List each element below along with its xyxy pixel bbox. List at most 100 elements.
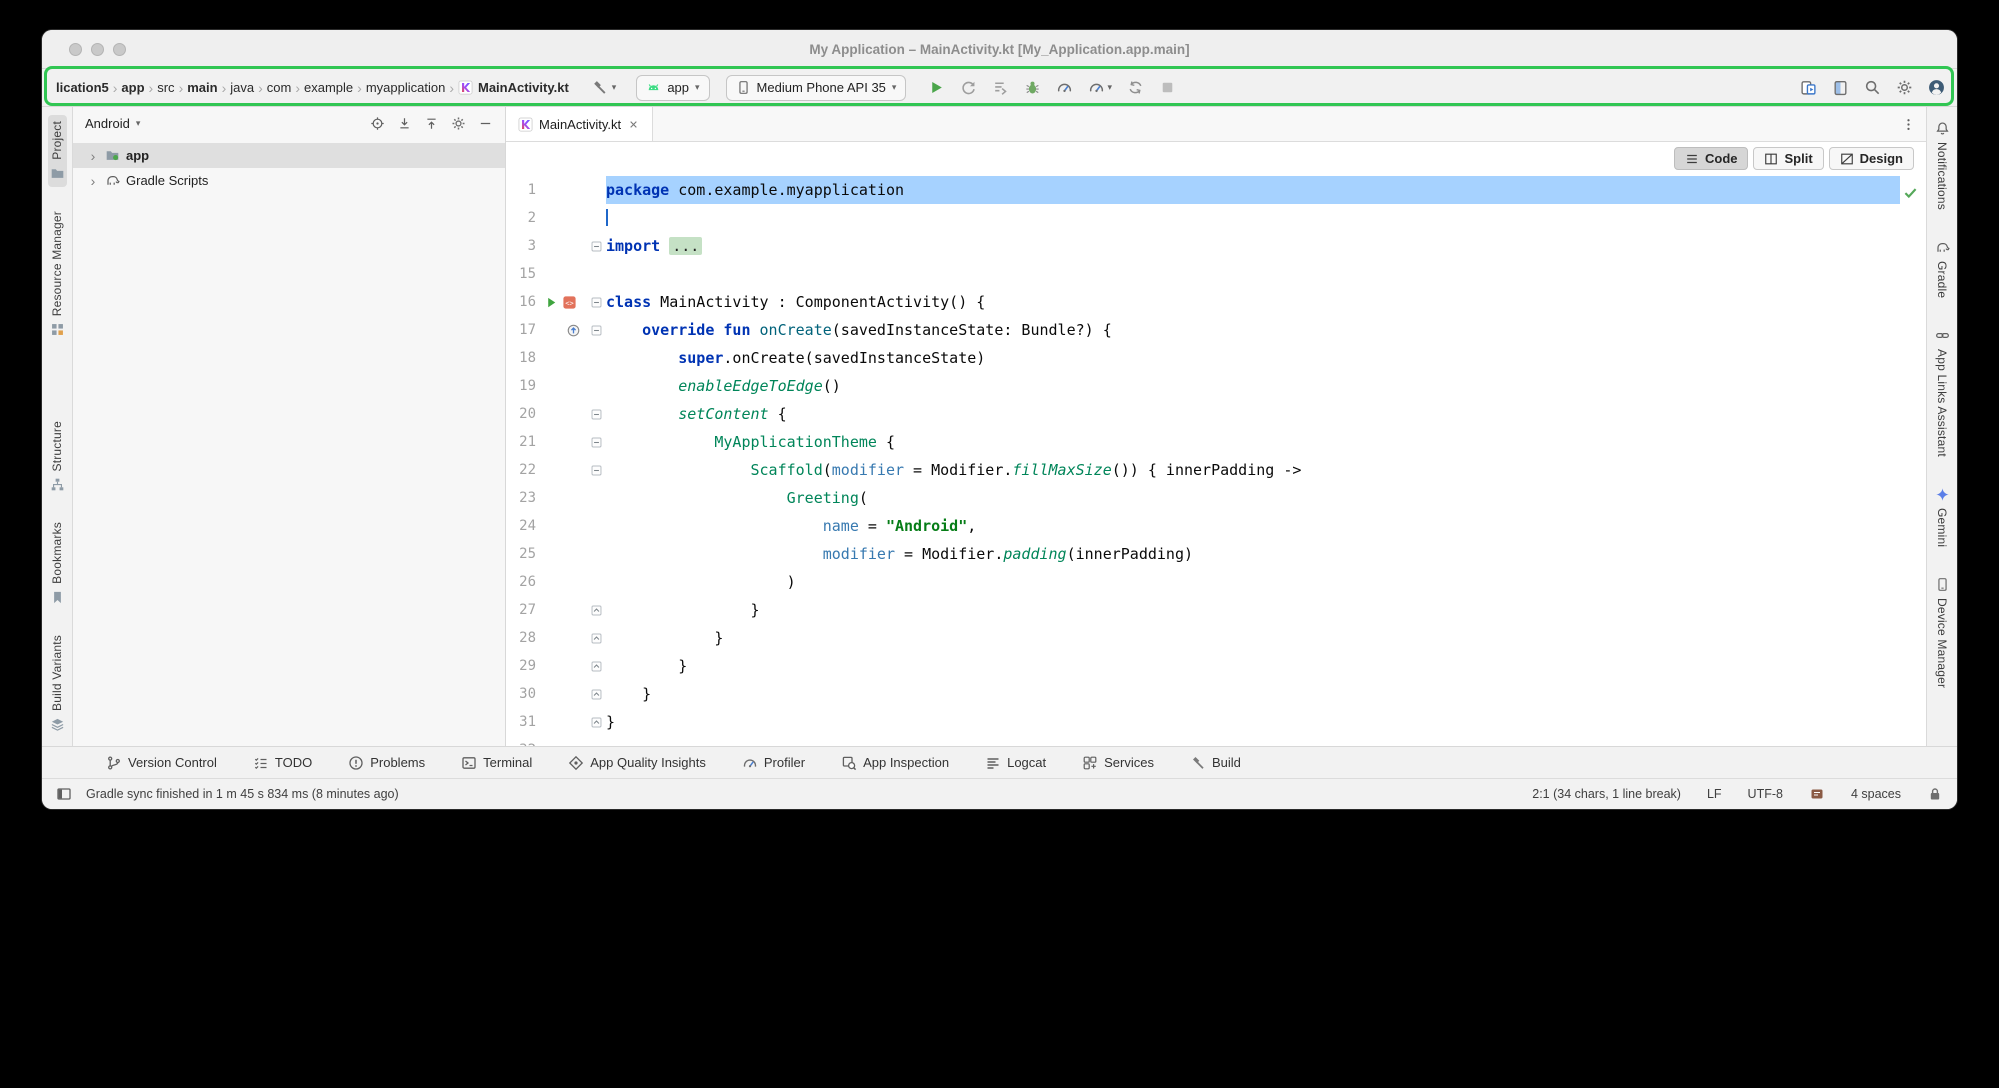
line-number[interactable]: 31: [506, 714, 536, 730]
stop-button[interactable]: [1159, 79, 1176, 96]
fold-marker[interactable]: [590, 604, 603, 617]
fold-marker[interactable]: [590, 688, 603, 701]
gear-icon[interactable]: [451, 116, 466, 131]
code-text[interactable]: class MainActivity : ComponentActivity()…: [606, 288, 1900, 316]
tree-item-gradle-scripts[interactable]: ›Gradle Scripts: [73, 168, 505, 193]
sync-project-button[interactable]: [1127, 79, 1144, 96]
fold-marker[interactable]: [590, 324, 603, 337]
code-text[interactable]: setContent {: [606, 400, 1900, 428]
line-number[interactable]: 30: [506, 686, 536, 702]
minimize-window-button[interactable]: [91, 43, 104, 56]
code-text[interactable]: package com.example.myapplication: [606, 176, 1900, 204]
tool-button-version-control[interactable]: Version Control: [106, 755, 217, 771]
code-text[interactable]: Scaffold(modifier = Modifier.fillMaxSize…: [606, 456, 1900, 484]
line-number[interactable]: 17: [506, 322, 536, 338]
line-number[interactable]: 1: [506, 182, 536, 198]
code-text[interactable]: }: [606, 596, 1900, 624]
line-number[interactable]: 2: [506, 210, 536, 226]
line-number[interactable]: 24: [506, 518, 536, 534]
zoom-window-button[interactable]: [113, 43, 126, 56]
file-encoding[interactable]: UTF-8: [1748, 787, 1783, 801]
run-line-icon[interactable]: [544, 295, 559, 310]
code-text[interactable]: Greeting(: [606, 484, 1900, 512]
line-number[interactable]: 20: [506, 406, 536, 422]
code-text[interactable]: [606, 204, 1900, 232]
profile-avatar[interactable]: [1928, 79, 1945, 96]
breadcrumb-item-mainactivity-kt[interactable]: MainActivity.kt: [456, 80, 571, 95]
line-number[interactable]: 27: [506, 602, 536, 618]
indent-setting[interactable]: 4 spaces: [1851, 787, 1901, 801]
line-number[interactable]: 19: [506, 378, 536, 394]
tool-button-build[interactable]: Build: [1190, 755, 1241, 771]
titlebar[interactable]: My Application – MainActivity.kt [My_App…: [42, 30, 1957, 69]
code-text[interactable]: MyApplicationTheme {: [606, 428, 1900, 456]
code-text[interactable]: }: [606, 680, 1900, 708]
tool-button-services[interactable]: Services: [1082, 755, 1154, 771]
line-number[interactable]: 23: [506, 490, 536, 506]
fold-marker[interactable]: [590, 408, 603, 421]
stripe-tab-project[interactable]: Project: [48, 115, 67, 187]
code-text[interactable]: }: [606, 652, 1900, 680]
breadcrumb-item-main[interactable]: main: [185, 80, 219, 95]
breadcrumb-item-src[interactable]: src: [155, 80, 176, 95]
code-text[interactable]: name = "Android",: [606, 512, 1900, 540]
fold-marker[interactable]: [590, 436, 603, 449]
breadcrumb-item-app[interactable]: app: [119, 80, 146, 95]
project-view-selector[interactable]: Android ▾: [85, 116, 140, 131]
lock-icon[interactable]: [1927, 786, 1943, 802]
tool-button-problems[interactable]: Problems: [348, 755, 425, 771]
line-number[interactable]: 18: [506, 350, 536, 366]
layout-inspector-button[interactable]: [1832, 79, 1849, 96]
fold-marker[interactable]: [590, 296, 603, 309]
code-text[interactable]: }: [606, 624, 1900, 652]
tool-button-app-inspection[interactable]: App Inspection: [841, 755, 949, 771]
line-number[interactable]: 3: [506, 238, 536, 254]
hide-panel-icon[interactable]: [478, 116, 493, 131]
line-number[interactable]: 22: [506, 462, 536, 478]
line-separator[interactable]: LF: [1707, 787, 1722, 801]
run-button[interactable]: [928, 79, 945, 96]
code-text[interactable]: override fun onCreate(savedInstanceState…: [606, 316, 1900, 344]
tree-item-app[interactable]: ›app: [73, 143, 505, 168]
settings-button[interactable]: [1896, 79, 1913, 96]
debug-button[interactable]: [1024, 79, 1041, 96]
collapse-all-icon[interactable]: [424, 116, 439, 131]
fold-marker[interactable]: [590, 660, 603, 673]
fold-marker[interactable]: [590, 464, 603, 477]
tool-button-app-quality-insights[interactable]: App Quality Insights: [568, 755, 706, 771]
device-select[interactable]: Medium Phone API 35 ▾: [726, 75, 907, 101]
chevron-right-icon[interactable]: ›: [87, 148, 99, 164]
tool-button-todo[interactable]: TODO: [253, 755, 312, 771]
stripe-tab-notifications[interactable]: Notifications: [1933, 115, 1952, 216]
code-text[interactable]: }: [606, 708, 1900, 736]
caret-position[interactable]: 2:1 (34 chars, 1 line break): [1532, 787, 1681, 801]
chevron-right-icon[interactable]: ›: [87, 173, 99, 189]
line-number[interactable]: 32: [506, 742, 536, 746]
stripe-tab-app-links-assistant[interactable]: App Links Assistant: [1933, 322, 1952, 463]
close-tab-icon[interactable]: [627, 118, 640, 131]
fold-marker[interactable]: [590, 240, 603, 253]
view-mode-code[interactable]: Code: [1674, 147, 1749, 170]
breadcrumb-item-lication5[interactable]: lication5: [54, 80, 111, 95]
close-window-button[interactable]: [69, 43, 82, 56]
stripe-tab-resource-manager[interactable]: Resource Manager: [48, 205, 67, 343]
line-number[interactable]: 28: [506, 630, 536, 646]
stripe-tab-gemini[interactable]: Gemini: [1933, 481, 1952, 553]
breadcrumb-item-java[interactable]: java: [228, 80, 256, 95]
line-number[interactable]: 26: [506, 574, 536, 590]
line-number[interactable]: 29: [506, 658, 536, 674]
tab-options-button[interactable]: [1891, 107, 1926, 141]
build-menu-button[interactable]: ▾: [587, 79, 621, 96]
line-number[interactable]: 16: [506, 294, 536, 310]
breadcrumb-item-myapplication[interactable]: myapplication: [364, 80, 448, 95]
profiler-options-button[interactable]: ▾: [1088, 79, 1112, 96]
tool-button-profiler[interactable]: Profiler: [742, 755, 805, 771]
stripe-tab-structure[interactable]: Structure: [48, 415, 67, 499]
status-message[interactable]: Gradle sync finished in 1 m 45 s 834 ms …: [86, 787, 399, 801]
select-opened-file-icon[interactable]: [370, 116, 385, 131]
line-number[interactable]: 15: [506, 266, 536, 282]
inspections-status-icon[interactable]: [1902, 184, 1919, 201]
status-indicator-icon[interactable]: [1809, 786, 1825, 802]
fold-marker[interactable]: [590, 716, 603, 729]
toolwindow-toggle-icon[interactable]: [56, 786, 72, 802]
